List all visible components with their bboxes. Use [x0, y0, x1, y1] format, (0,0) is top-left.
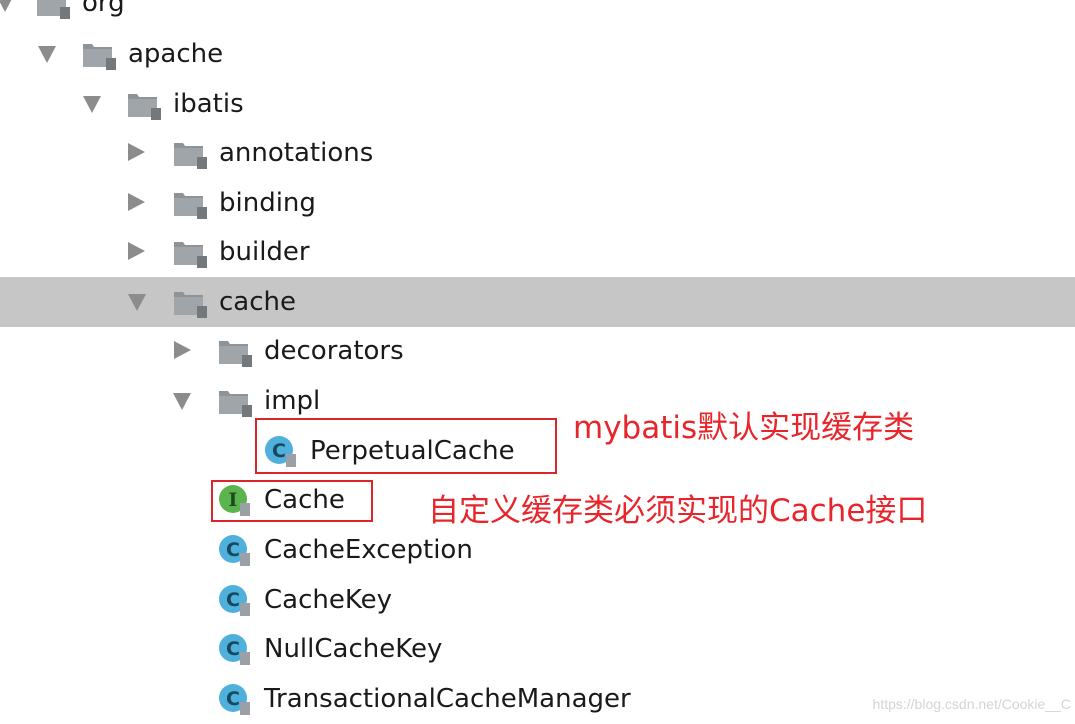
- folder-icon: [174, 292, 207, 318]
- tree-item-apache[interactable]: apache: [0, 29, 1075, 79]
- tree-item-label: cache: [219, 287, 296, 317]
- folder-icon: [219, 391, 252, 417]
- tree-item-cache[interactable]: cache: [0, 277, 1075, 327]
- expand-arrow-icon[interactable]: [0, 0, 14, 12]
- folder-icon: [83, 44, 116, 70]
- collapse-arrow-icon[interactable]: [128, 242, 145, 260]
- tree-item-label: impl: [264, 386, 321, 416]
- tree-item-ibatis[interactable]: ibatis: [0, 79, 1075, 129]
- tree-item-null-cache-key[interactable]: NullCacheKey: [0, 624, 1075, 674]
- tree-item-label: annotations: [219, 138, 374, 168]
- tree-item-label: decorators: [264, 336, 404, 366]
- highlight-box-perpetual-cache: [255, 418, 557, 474]
- annotation-note-custom-cache: 自定义缓存类必须实现的Cache接口: [428, 493, 928, 529]
- folder-icon: [174, 193, 207, 219]
- class-icon: [219, 684, 250, 715]
- expand-arrow-icon[interactable]: [83, 96, 101, 113]
- collapse-arrow-icon[interactable]: [128, 193, 145, 211]
- folder-icon: [37, 0, 70, 19]
- folder-icon: [128, 94, 161, 120]
- tree-item-binding[interactable]: binding: [0, 178, 1075, 228]
- folder-icon: [174, 242, 207, 268]
- tree-item-cache-exception[interactable]: CacheException: [0, 525, 1075, 575]
- collapse-arrow-icon[interactable]: [174, 341, 191, 359]
- class-icon: [219, 535, 250, 566]
- watermark: https://blog.csdn.net/Cookie__C: [872, 696, 1071, 712]
- class-icon: [219, 585, 250, 616]
- expand-arrow-icon[interactable]: [38, 46, 56, 63]
- tree-item-label: TransactionalCacheManager: [264, 684, 631, 714]
- folder-icon: [219, 341, 252, 367]
- expand-arrow-icon[interactable]: [128, 294, 146, 311]
- class-icon: [219, 634, 250, 665]
- tree-item-builder[interactable]: builder: [0, 227, 1075, 277]
- expand-arrow-icon[interactable]: [173, 393, 191, 410]
- tree-item-decorators[interactable]: decorators: [0, 326, 1075, 376]
- annotation-note-default-impl: mybatis默认实现缓存类: [573, 410, 915, 446]
- tree-item-label: CacheKey: [264, 585, 392, 615]
- tree-item-label: NullCacheKey: [264, 634, 443, 664]
- tree-item-annotations[interactable]: annotations: [0, 128, 1075, 178]
- tree-item-org[interactable]: org: [0, 0, 1075, 28]
- tree-item-label: org: [82, 0, 125, 18]
- tree-item-label: binding: [219, 188, 316, 218]
- tree-item-cache-key[interactable]: CacheKey: [0, 575, 1075, 625]
- tree-item-label: builder: [219, 237, 310, 267]
- tree-item-label: apache: [128, 39, 224, 69]
- folder-icon: [174, 143, 207, 169]
- highlight-box-cache-interface: [211, 480, 373, 522]
- tree-item-label: ibatis: [173, 89, 244, 119]
- tree-item-label: CacheException: [264, 535, 473, 565]
- collapse-arrow-icon[interactable]: [128, 143, 145, 161]
